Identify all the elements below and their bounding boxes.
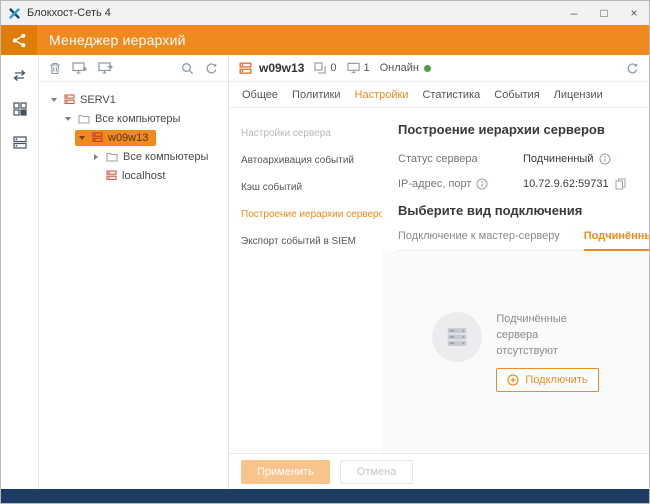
server-status-value: Подчиненный [523,153,594,165]
server-status-field: Статус сервера Подчиненный [398,153,633,165]
tree-panel: SERV1 Все компьютеры w09w13 Все компьюте… [39,55,229,489]
window-controls: – □ × [559,1,649,25]
close-button[interactable]: × [619,1,649,25]
tab-subordinate-servers[interactable]: Подчинённые серверы [583,230,649,251]
tab-policies[interactable]: Политики [292,89,341,101]
nav-siem-export[interactable]: Экспорт событий в SIEM [229,228,382,255]
chevron-down-icon[interactable] [77,135,87,140]
content-title: Построение иерархии серверов [398,122,605,137]
subordinate-servers-panel: Подчинённые сервера отсутствуют Подключи… [382,251,649,453]
info-icon[interactable] [599,153,612,165]
tab-general[interactable]: Общее [242,89,278,101]
monitor-icon [346,62,360,74]
cancel-button[interactable]: Отмена [339,459,414,484]
app-window: Блокхост-Сеть 4 – □ × Менеджер иерархий [0,0,650,504]
window-title: Блокхост-Сеть 4 [27,7,111,19]
plus-circle-icon [507,374,519,386]
field-label: IP-адрес, порт [398,178,472,190]
tree-toolbar [39,55,228,82]
server-header: w09w13 0 1 Онлайн [229,55,649,82]
tree-item-all-computers-nested[interactable]: Все компьютеры [43,147,224,166]
add-computer-icon[interactable] [72,61,87,75]
tree-item-all-computers[interactable]: Все компьютеры [43,109,224,128]
tree-item-label: Все компьютеры [123,150,209,163]
online-status-label: Онлайн [379,62,420,74]
nav-event-autoarchive[interactable]: Автоархивация событий [229,147,382,174]
delete-icon[interactable] [49,62,61,75]
app-logo-icon [1,7,27,20]
empty-state: Подчинённые сервера отсутствуют Подключи… [432,312,599,392]
server-icon [64,94,75,105]
server-list-icon[interactable] [12,136,27,149]
empty-message: Подчинённые сервера отсутствуют [496,313,567,357]
refresh-icon[interactable] [626,62,639,75]
refresh-icon[interactable] [205,62,218,75]
tab-settings[interactable]: Настройки [355,89,409,101]
move-computer-icon[interactable] [98,61,113,75]
action-footer: Применить Отмена [229,453,649,489]
tab-events[interactable]: События [494,89,539,101]
connect-button-label: Подключить [525,373,588,386]
tab-licenses[interactable]: Лицензии [554,89,603,101]
server-tree: SERV1 Все компьютеры w09w13 Все компьюте… [39,82,228,193]
minimize-button[interactable]: – [559,1,589,25]
ip-port-field: IP-адрес, порт 10.72.9.62:59731 [398,178,633,190]
app-header: Менеджер иерархий [1,25,649,55]
folder-icon [106,152,118,162]
transfer-arrows-icon[interactable] [12,69,27,82]
connection-type-title: Выберите вид подключения [398,203,583,218]
online-dot-icon [424,64,432,72]
page-title: Менеджер иерархий [49,32,186,48]
nav-server-hierarchy[interactable]: Построение иерархии серверов [229,201,382,228]
chevron-right-icon[interactable] [91,153,101,160]
online-status: Онлайн [379,62,432,74]
policies-icon [314,62,326,74]
tree-item-w09w13[interactable]: w09w13 [43,128,224,147]
connect-button[interactable]: Подключить [496,367,599,392]
taskbar-strip [1,489,649,503]
chevron-down-icon[interactable] [63,116,73,121]
tab-master-connection[interactable]: Подключение к мастер-серверу [398,230,560,251]
modules-grid-icon[interactable] [12,102,27,116]
server-tabs: Общее Политики Настройки Статистика Собы… [229,82,649,108]
search-icon[interactable] [181,62,194,75]
connection-tabs: Подключение к мастер-серверу Подчинённые… [398,230,649,251]
copy-icon[interactable] [615,178,626,190]
policies-badge: 0 [314,62,337,74]
tree-item-label: localhost [122,169,166,182]
nav-server-settings[interactable]: Настройки сервера [229,120,382,147]
selected-server-name: w09w13 [259,61,305,75]
tab-statistics[interactable]: Статистика [422,89,480,101]
titlebar: Блокхост-Сеть 4 – □ × [1,1,649,25]
server-icon [92,132,103,143]
settings-nav: Настройки сервера Автоархивация событий … [229,108,382,453]
tree-item-label: Все компьютеры [95,112,181,125]
field-label: Статус сервера [398,153,478,165]
computers-count: 1 [363,62,370,74]
server-icon [239,62,252,75]
folder-icon [78,114,90,124]
computers-badge: 1 [346,62,370,74]
tree-item-localhost[interactable]: localhost [43,166,224,185]
tree-item-label: w09w13 [108,131,149,144]
hierarchy-network-icon [1,25,37,55]
info-icon[interactable] [476,178,488,190]
server-stack-icon [432,312,483,363]
main-panel: w09w13 0 1 Онлайн Общее Политики Настрой… [229,55,649,489]
settings-content: Построение иерархии серверов Статус серв… [382,108,649,453]
ip-port-value: 10.72.9.62:59731 [523,178,609,190]
maximize-button[interactable]: □ [589,1,619,25]
policies-count: 0 [330,62,337,74]
apply-button[interactable]: Применить [241,459,330,484]
side-rail [1,55,39,489]
server-icon [106,170,117,181]
nav-event-cache[interactable]: Кэш событий [229,174,382,201]
tree-item-label: SERV1 [80,93,116,106]
tree-item-serv1[interactable]: SERV1 [43,90,224,109]
chevron-down-icon[interactable] [49,97,59,102]
